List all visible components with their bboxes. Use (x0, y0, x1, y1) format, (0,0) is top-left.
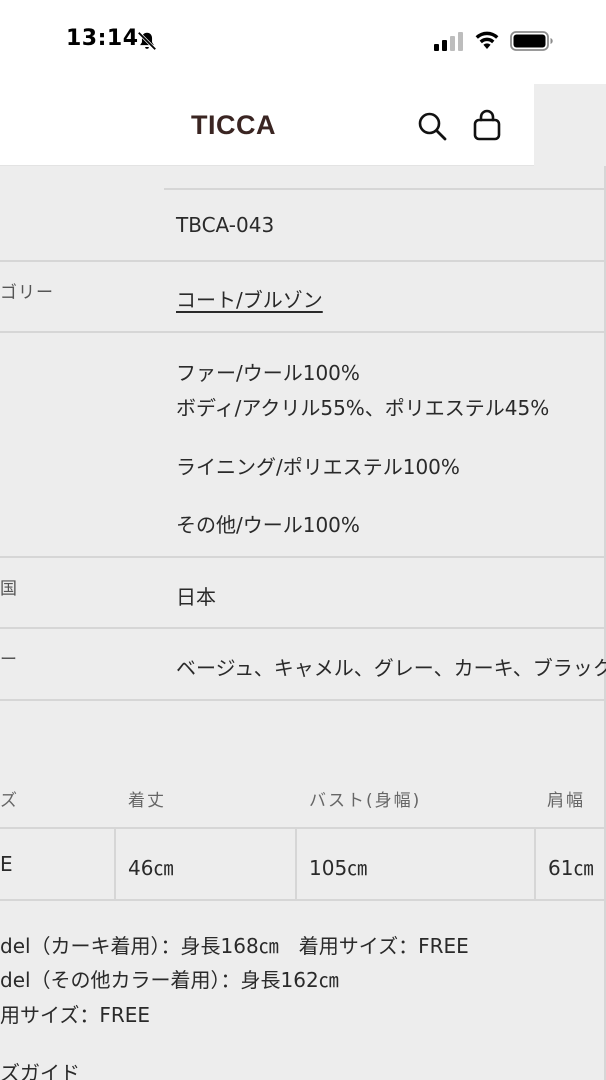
search-icon[interactable] (416, 110, 448, 142)
divider (0, 331, 606, 333)
model-info-line: 用サイズ：FREE (0, 1003, 151, 1027)
bell-off-icon (137, 31, 157, 51)
bust-value: 105㎝ (309, 856, 368, 880)
shoulder-value: 61㎝ (548, 856, 594, 880)
divider (0, 627, 606, 629)
divider (164, 188, 606, 190)
divider (0, 899, 606, 901)
length-header: 着丈 (128, 791, 166, 811)
divider (0, 699, 606, 701)
status-bar: 13:14 (0, 0, 606, 84)
category-label: ゴリー (0, 283, 54, 303)
header-gap (534, 84, 606, 166)
origin-value: 日本 (176, 585, 216, 609)
brand-logo[interactable]: TICCA (191, 110, 276, 141)
battery-icon (510, 31, 553, 51)
product-code-value: TBCA-043 (176, 213, 275, 237)
size-header: ズ (0, 791, 19, 811)
shopping-bag-icon[interactable] (470, 108, 504, 142)
product-details: TBCA-043 ゴリー コート/ブルゾン ファー/ウール100% ボディ/アク… (0, 166, 606, 1080)
bust-header: バスト(身幅) (309, 791, 422, 811)
length-value: 46㎝ (128, 856, 174, 880)
status-time: 13:14 (66, 26, 139, 51)
origin-label: 国 (0, 579, 18, 599)
category-link[interactable]: コート/ブルゾン (176, 284, 323, 313)
shoulder-header: 肩幅 (547, 791, 585, 811)
model-info-line: del（その他カラー着用）：身長162㎝ (0, 968, 339, 992)
divider (0, 556, 606, 558)
size-value: E (0, 852, 13, 876)
material-line: ファー/ウール100% (176, 361, 360, 385)
color-value: ベージュ、キャメル、グレー、カーキ、ブラック (176, 656, 606, 680)
divider (534, 827, 536, 901)
divider (0, 260, 606, 262)
divider (295, 827, 297, 901)
model-info-line: del（カーキ着用）：身長168㎝ 着用サイズ：FREE (0, 934, 469, 958)
divider (0, 827, 606, 829)
screen: 13:14 TICCA TBCA-043 ゴリー コート/ブルゾン ファー/ウー… (0, 0, 606, 1080)
color-label: ー (0, 650, 18, 670)
material-line: その他/ウール100% (176, 513, 360, 537)
size-guide-link[interactable]: ズガイド (0, 1057, 80, 1080)
wifi-icon (475, 31, 499, 49)
divider (114, 827, 116, 901)
material-line: ライニング/ポリエステル100% (176, 455, 460, 479)
cellular-signal-icon (434, 32, 463, 51)
material-line: ボディ/アクリル55%、ポリエステル45% (176, 396, 550, 420)
